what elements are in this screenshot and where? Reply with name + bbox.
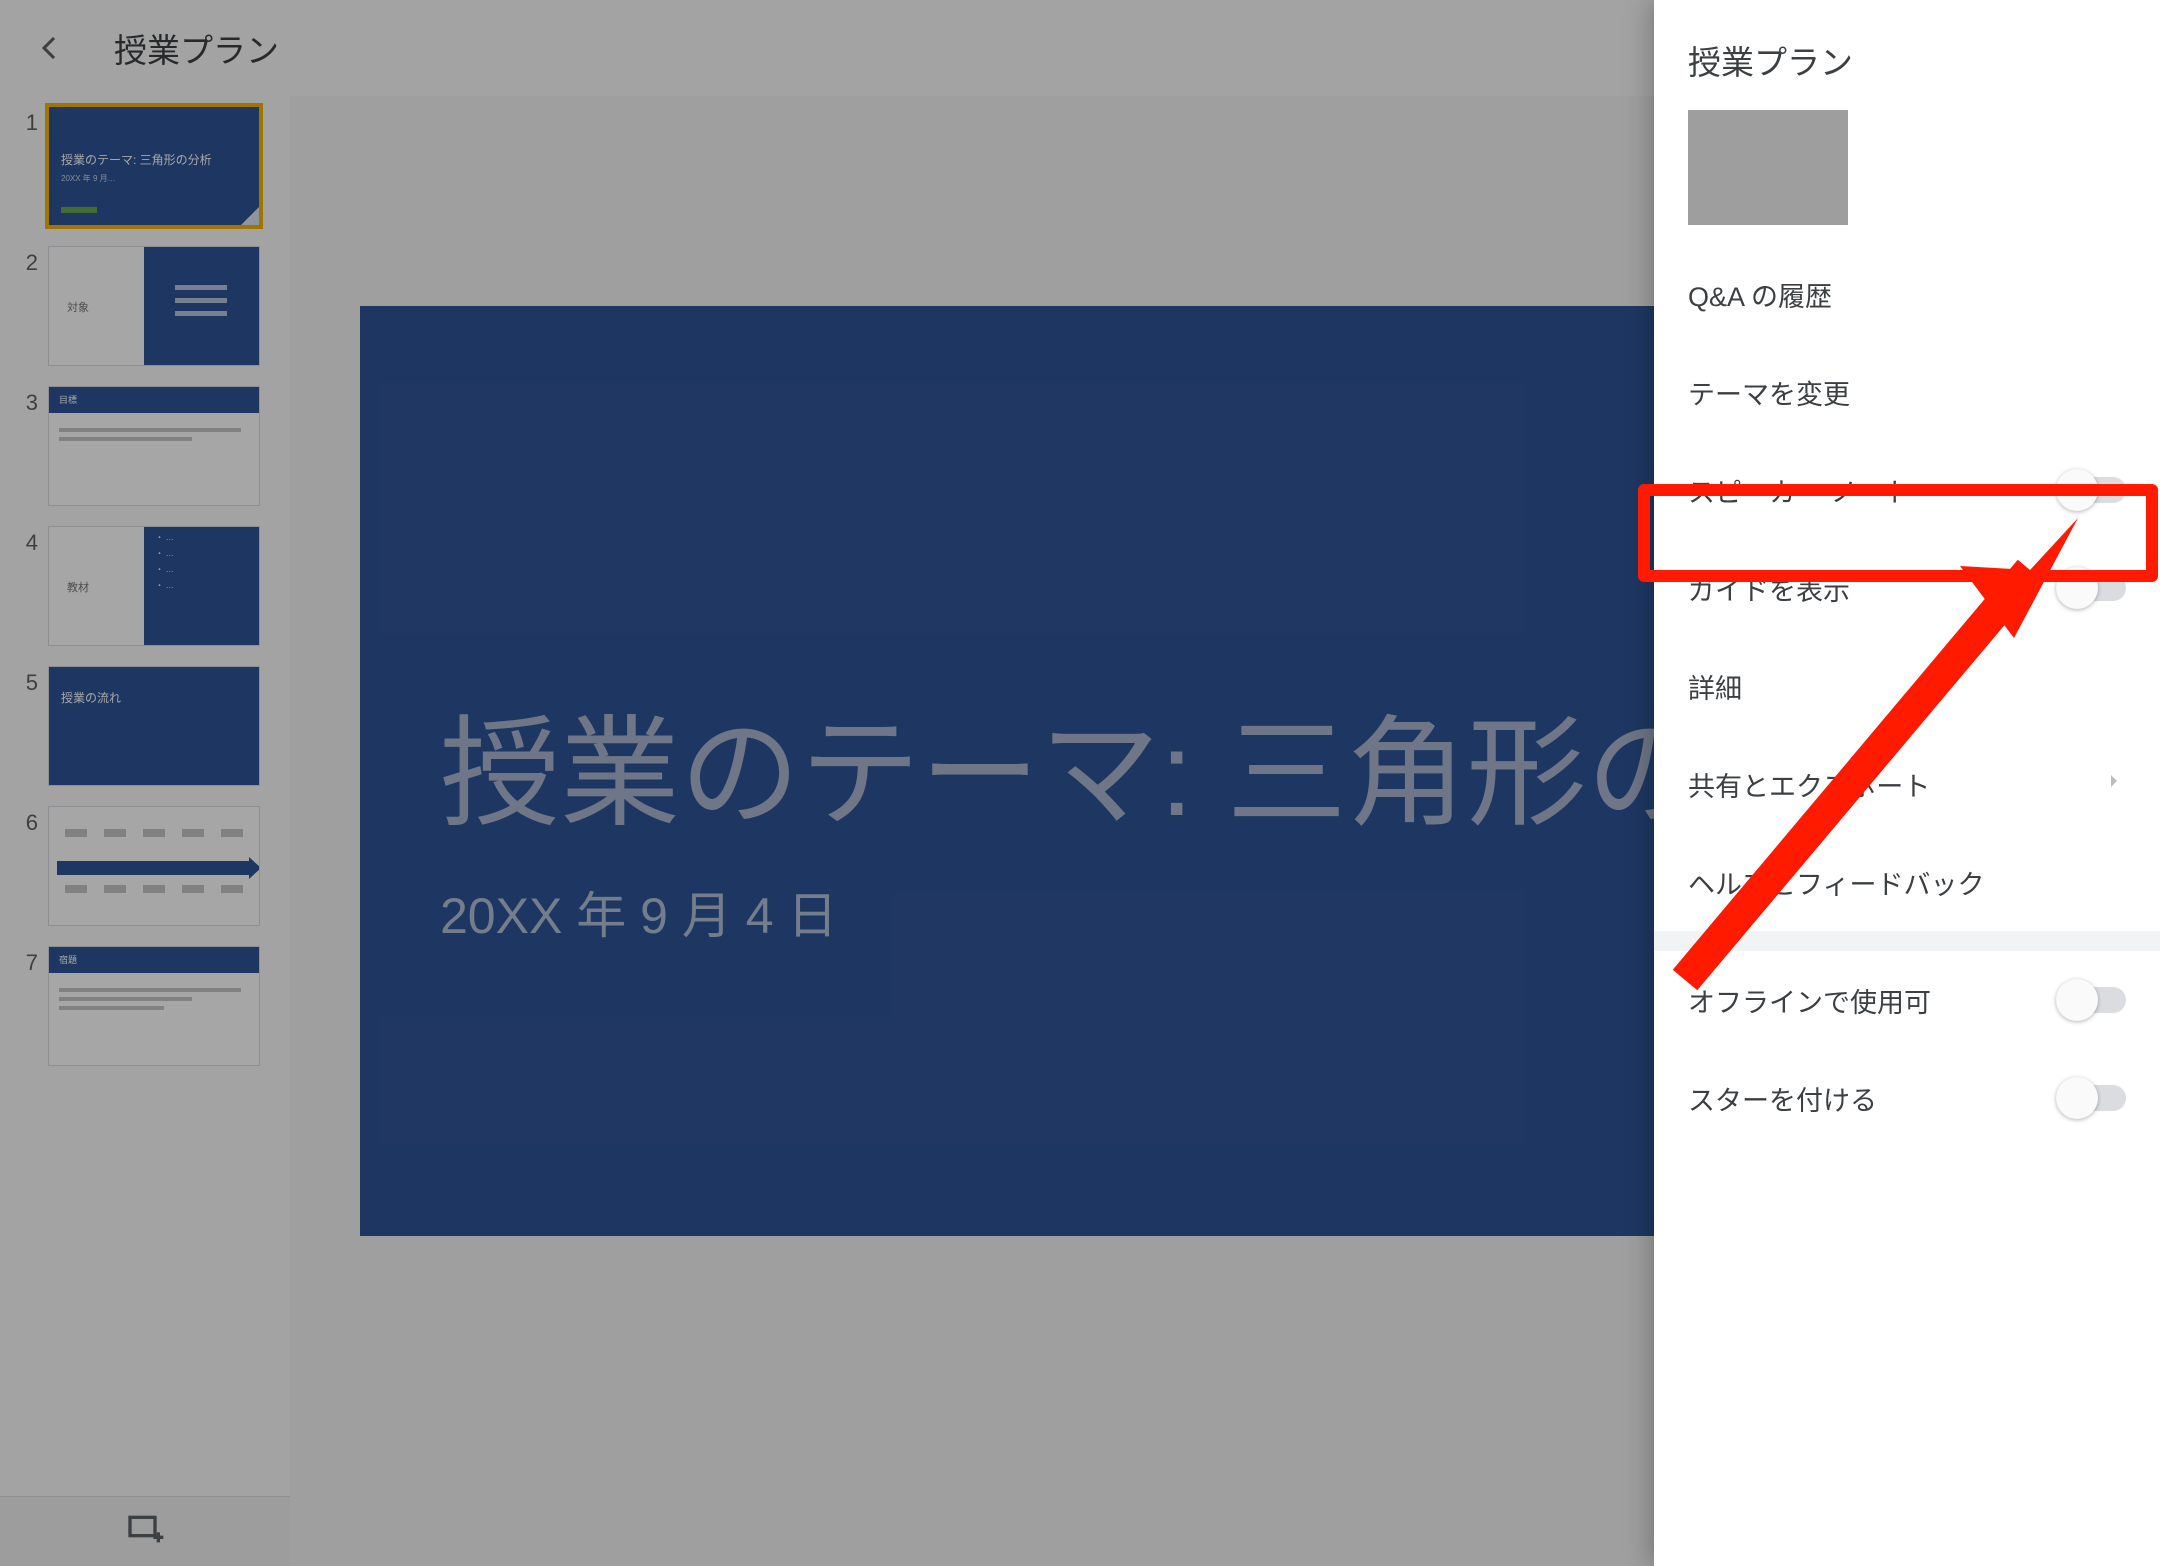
menu-label: 詳細 bbox=[1688, 667, 1742, 706]
menu-share-export[interactable]: 共有とエクスポート bbox=[1654, 735, 2160, 833]
menu-label: オフラインで使用可 bbox=[1688, 981, 1931, 1020]
menu-help-feedback[interactable]: ヘルプとフィードバック bbox=[1654, 833, 2160, 931]
slide-thumbnail[interactable]: 1 授業のテーマ: 三角形の分析 20XX 年 9 月… bbox=[0, 96, 290, 236]
slide-preview: 授業の流れ bbox=[48, 666, 260, 786]
menu-label: テーマを変更 bbox=[1688, 373, 1850, 412]
back-button[interactable] bbox=[20, 18, 80, 78]
app-root: 授業プラン 1 授業のテーマ: 三角形の分析 20XX 年 9 月… 2 bbox=[0, 0, 2160, 1566]
menu-label: スターを付ける bbox=[1688, 1079, 1877, 1118]
menu-label: 共有とエクスポート bbox=[1688, 765, 1930, 804]
slide-title-text[interactable]: 授業のテーマ: 三角形の bbox=[440, 676, 1707, 850]
settings-drawer: 授業プラン Q&A の履歴 テーマを変更 スピーカー ノート ガイドを表示 詳細… bbox=[1654, 0, 2160, 1566]
slide-preview: 宿題 bbox=[48, 946, 260, 1066]
menu-details[interactable]: 詳細 bbox=[1654, 637, 2160, 735]
slide-thumbnail[interactable]: 5 授業の流れ bbox=[0, 656, 290, 796]
account-thumbnail[interactable] bbox=[1688, 110, 1848, 225]
slide-thumbnail[interactable]: 3 目標 bbox=[0, 376, 290, 516]
slide-number: 5 bbox=[16, 666, 38, 696]
menu-speaker-notes[interactable]: スピーカー ノート bbox=[1654, 441, 2160, 539]
slide-preview: 教材 ・ …・ …・ …・ … bbox=[48, 526, 260, 646]
slide-thumbnail[interactable]: 6 bbox=[0, 796, 290, 936]
document-title: 授業プラン bbox=[114, 24, 279, 72]
slide-thumbnail[interactable]: 7 宿題 bbox=[0, 936, 290, 1076]
drawer-title: 授業プラン bbox=[1654, 0, 2160, 110]
menu-change-theme[interactable]: テーマを変更 bbox=[1654, 343, 2160, 441]
add-slide-button[interactable] bbox=[125, 1509, 165, 1554]
menu-label: ヘルプとフィードバック bbox=[1688, 863, 1984, 902]
slide-thumbnail-panel[interactable]: 1 授業のテーマ: 三角形の分析 20XX 年 9 月… 2 対象 3 目標 bbox=[0, 96, 290, 1496]
slide-number: 3 bbox=[16, 386, 38, 416]
slide-thumbnail[interactable]: 2 対象 bbox=[0, 236, 290, 376]
add-slide-icon bbox=[125, 1509, 165, 1549]
menu-divider bbox=[1654, 931, 2160, 951]
toggle-speaker-notes[interactable] bbox=[2056, 469, 2126, 511]
menu-label: Q&A の履歴 bbox=[1688, 275, 1832, 314]
menu-offline[interactable]: オフラインで使用可 bbox=[1654, 951, 2160, 1049]
menu-label: ガイドを表示 bbox=[1688, 569, 1850, 608]
slide-number: 2 bbox=[16, 246, 38, 276]
chevron-right-icon bbox=[2102, 769, 2126, 800]
slide-subtitle-text[interactable]: 20XX 年 9 月 4 日 bbox=[440, 876, 837, 948]
slide-number: 6 bbox=[16, 806, 38, 836]
add-slide-bar bbox=[0, 1496, 290, 1566]
slide-preview: 目標 bbox=[48, 386, 260, 506]
slide-thumbnail[interactable]: 4 教材 ・ …・ …・ …・ … bbox=[0, 516, 290, 656]
toggle-offline[interactable] bbox=[2056, 979, 2126, 1021]
slide-preview: 授業のテーマ: 三角形の分析 20XX 年 9 月… bbox=[48, 106, 260, 226]
toggle-star[interactable] bbox=[2056, 1077, 2126, 1119]
toggle-show-guides[interactable] bbox=[2056, 567, 2126, 609]
slide-number: 1 bbox=[16, 106, 38, 136]
menu-qa-history[interactable]: Q&A の履歴 bbox=[1654, 245, 2160, 343]
slide-preview: 対象 bbox=[48, 246, 260, 366]
slide-preview bbox=[48, 806, 260, 926]
slide-number: 4 bbox=[16, 526, 38, 556]
menu-show-guides[interactable]: ガイドを表示 bbox=[1654, 539, 2160, 637]
menu-label: スピーカー ノート bbox=[1688, 471, 1912, 510]
slide-number: 7 bbox=[16, 946, 38, 976]
menu-star[interactable]: スターを付ける bbox=[1654, 1049, 2160, 1147]
chevron-left-icon bbox=[32, 30, 68, 66]
